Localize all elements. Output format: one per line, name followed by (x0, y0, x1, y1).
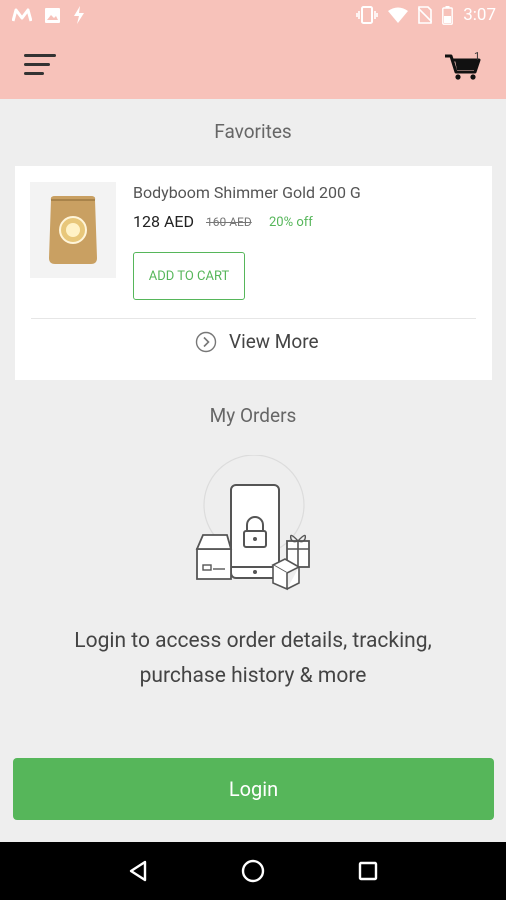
flash-icon (74, 6, 84, 24)
no-sim-icon (418, 6, 433, 24)
home-button[interactable] (233, 851, 273, 891)
add-to-cart-button[interactable]: ADD TO CART (133, 252, 245, 300)
system-nav-bar (0, 842, 506, 900)
status-bar: 3:07 (0, 0, 506, 30)
login-message-line1: Login to access order details, tracking, (74, 629, 432, 653)
recents-button[interactable] (348, 851, 388, 891)
login-message-line2: purchase history & more (139, 664, 367, 688)
recents-square-icon (359, 861, 378, 881)
home-circle-icon (241, 859, 265, 883)
view-more-label: View More (229, 330, 319, 353)
product-price: 128 AED (133, 212, 194, 231)
product-pouch-image (49, 196, 97, 264)
product-name[interactable]: Bodyboom Shimmer Gold 200 G (133, 183, 361, 202)
divider (31, 318, 476, 319)
back-button[interactable] (118, 851, 158, 891)
battery-icon (442, 5, 454, 25)
favorites-card: Bodyboom Shimmer Gold 200 G 128 AED 160 … (15, 166, 492, 380)
back-triangle-icon (129, 860, 146, 882)
status-time: 3:07 (463, 5, 496, 25)
wifi-icon (388, 7, 409, 23)
product-discount: 20% off (269, 215, 313, 230)
menu-button[interactable] (24, 52, 58, 78)
m-app-icon (12, 8, 32, 22)
product-old-price: 160 AED (206, 215, 252, 229)
vibrate-icon (356, 6, 379, 24)
view-more-button[interactable]: View More (195, 330, 319, 353)
menu-icon-line (24, 54, 56, 57)
cart-count-badge: 1 (474, 50, 481, 63)
chevron-circle-right-icon (195, 331, 217, 352)
favorites-title: Favorites (214, 120, 292, 143)
image-icon (45, 7, 60, 23)
orders-title: My Orders (209, 404, 297, 427)
menu-icon-line (24, 63, 50, 66)
product-image[interactable] (30, 182, 116, 278)
top-app-bar (0, 30, 506, 99)
login-message: Login to access order details, tracking,… (0, 624, 506, 694)
login-button[interactable]: Login (13, 758, 494, 820)
locked-phone-icon (195, 455, 310, 591)
menu-icon-line (24, 72, 44, 75)
